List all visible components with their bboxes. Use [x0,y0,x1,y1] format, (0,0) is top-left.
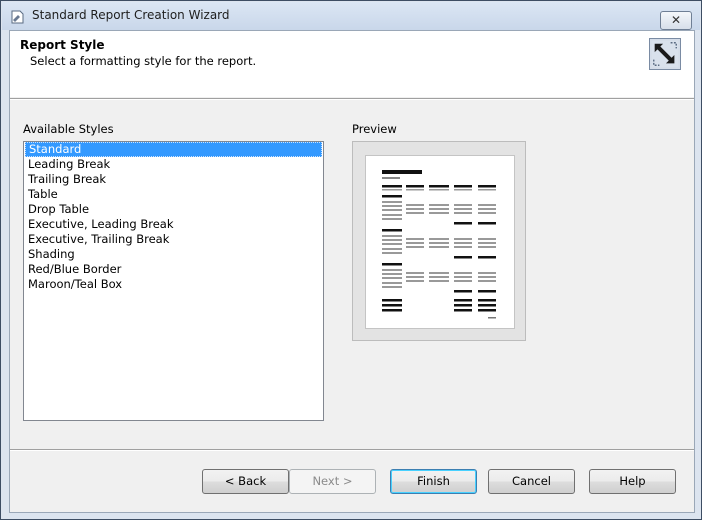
page-title: Report Style [20,38,105,52]
style-item-table[interactable]: Table [25,187,322,202]
wizard-body: Report Style Select a formatting style f… [9,30,695,513]
close-icon: ✕ [670,13,682,27]
wizard-icon [649,38,681,70]
style-item-drop-table[interactable]: Drop Table [25,202,322,217]
styles-listbox[interactable]: Standard Leading Break Trailing Break Ta… [23,141,324,421]
close-button[interactable]: ✕ [660,11,692,30]
cancel-button[interactable]: Cancel [488,469,575,494]
style-item-executive-trailing-break[interactable]: Executive, Trailing Break [25,232,322,247]
style-item-leading-break[interactable]: Leading Break [25,157,322,172]
title-bar[interactable]: Standard Report Creation Wizard ✕ [2,2,700,30]
back-button[interactable]: < Back [202,469,289,494]
style-item-executive-leading-break[interactable]: Executive, Leading Break [25,217,322,232]
help-button[interactable]: Help [589,469,676,494]
finish-button[interactable]: Finish [390,469,477,494]
available-styles-label: Available Styles [23,122,114,136]
style-item-trailing-break[interactable]: Trailing Break [25,172,322,187]
app-icon [11,10,24,24]
preview-thumbnail [382,170,496,319]
footer-divider [10,449,694,451]
page-subtitle: Select a formatting style for the report… [30,54,257,68]
wizard-window: Standard Report Creation Wizard ✕ Report… [0,0,702,520]
next-button[interactable]: Next > [289,469,376,494]
window-title: Standard Report Creation Wizard [32,8,230,22]
preview-label: Preview [352,122,397,136]
style-item-red-blue-border[interactable]: Red/Blue Border [25,262,322,277]
style-item-maroon-teal-box[interactable]: Maroon/Teal Box [25,277,322,292]
preview-page [365,155,515,329]
header-divider [10,98,694,100]
wizard-header: Report Style Select a formatting style f… [10,31,694,97]
style-preview [352,141,526,341]
style-item-standard[interactable]: Standard [25,142,322,157]
style-item-shading[interactable]: Shading [25,247,322,262]
